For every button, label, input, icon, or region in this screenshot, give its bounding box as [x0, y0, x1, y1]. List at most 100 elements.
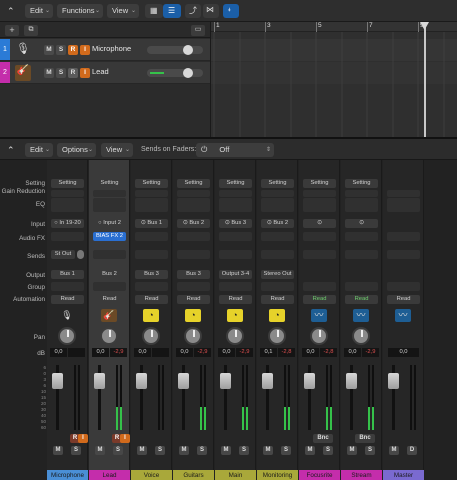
audio-fx-slot[interactable] — [261, 232, 294, 241]
eq-display[interactable] — [345, 198, 378, 212]
mute-button[interactable]: M — [305, 446, 315, 455]
input-monitor-button[interactable]: I — [80, 68, 90, 78]
aux-icon[interactable]: ◔ — [227, 309, 243, 322]
volume-db[interactable]: 0,0 — [344, 348, 361, 357]
fader-cap[interactable] — [52, 373, 63, 389]
fader-cap[interactable] — [136, 373, 147, 389]
aux-icon[interactable]: ◔ — [143, 309, 159, 322]
audio-fx-slot[interactable] — [51, 232, 84, 241]
volume-knob[interactable] — [183, 68, 193, 78]
channel-name[interactable]: Voice — [131, 470, 172, 480]
group-slot[interactable] — [219, 282, 252, 291]
output-slot[interactable]: Bus 1 — [51, 270, 84, 279]
peak-db[interactable]: -2,9 — [194, 348, 211, 357]
input-slot[interactable]: ○ Input 2 — [93, 219, 126, 228]
group-slot[interactable] — [303, 282, 336, 291]
automation-mode[interactable]: Read — [51, 295, 84, 304]
bar-ruler[interactable]: 1 3 5 7 9 — [211, 22, 457, 32]
peak-db[interactable]: -2,9 — [110, 348, 127, 357]
send-slot[interactable] — [387, 250, 420, 259]
output-slot[interactable]: Output 3-4 — [219, 270, 252, 279]
solo-button[interactable]: S — [113, 446, 123, 455]
volume-db[interactable]: 0,0 — [92, 348, 109, 357]
channel-name[interactable]: Lead — [89, 470, 130, 480]
automation-mode[interactable]: Read — [261, 295, 294, 304]
grid-view-button[interactable]: ▦ — [145, 4, 163, 18]
setting-button[interactable]: Setting — [261, 179, 294, 188]
setting-button[interactable]: Setting — [345, 179, 378, 188]
mute-button[interactable]: M — [347, 446, 357, 455]
solo-button[interactable]: S — [56, 45, 66, 55]
automation-mode[interactable]: Read — [93, 295, 126, 304]
input-slot[interactable]: ⊙ Bus 2 — [261, 219, 294, 228]
mute-button[interactable]: M — [44, 45, 54, 55]
volume-fader[interactable] — [176, 365, 191, 430]
edit-menu[interactable]: Edit ⌄ — [25, 4, 53, 18]
volume-fader[interactable] — [218, 365, 233, 430]
waveform-icon[interactable]: 〰 — [311, 309, 327, 322]
peak-db[interactable]: -2,9 — [236, 348, 253, 357]
input-monitor-button[interactable]: I — [120, 434, 130, 443]
eq-display[interactable] — [303, 198, 336, 212]
channel-name[interactable]: Monitoring — [257, 470, 298, 480]
pan-knob[interactable] — [184, 327, 202, 345]
track-lanes[interactable] — [211, 22, 457, 137]
collapse-chevron-icon[interactable]: ⌃ — [4, 4, 22, 18]
record-enable-button[interactable]: R — [68, 45, 78, 55]
channel-strip-main[interactable]: Setting ⊙ Bus 3 Output 3-4 Read ◔ 0,0 -2,9 MS M… — [215, 160, 256, 480]
automation-mode[interactable]: Read — [345, 295, 378, 304]
flex-tool-button[interactable]: ⤴ — [185, 4, 201, 18]
volume-fader[interactable] — [260, 365, 275, 430]
view-menu[interactable]: View ⌄ — [107, 4, 139, 18]
output-slot[interactable]: Bus 2 — [93, 270, 126, 279]
input-slot[interactable]: ⊙ Bus 2 — [177, 219, 210, 228]
pan-knob[interactable] — [268, 327, 286, 345]
group-slot[interactable] — [135, 282, 168, 291]
track-zoom-button[interactable]: ▭ — [191, 25, 205, 36]
eq-display[interactable] — [93, 198, 126, 212]
bounce-button[interactable]: Bnc — [313, 434, 333, 443]
volume-db[interactable]: 0,0 — [50, 348, 67, 357]
input-slot[interactable]: ⊙ — [303, 219, 336, 228]
send-slot[interactable] — [261, 250, 294, 259]
channel-name[interactable]: Focusrite — [299, 470, 340, 480]
setting-button[interactable]: Setting — [51, 179, 84, 188]
mute-button[interactable]: M — [95, 446, 105, 455]
volume-db[interactable]: 0,0 — [176, 348, 193, 357]
input-monitor-button[interactable]: I — [80, 45, 90, 55]
channel-strip-microphone[interactable]: Setting ○ In 19-20 St Out Bus 1 Read 🎙 0,0 RIM… — [47, 160, 88, 480]
pan-knob[interactable] — [100, 327, 118, 345]
group-slot[interactable] — [387, 282, 420, 291]
audio-fx-slot[interactable] — [387, 232, 420, 241]
volume-db[interactable]: 0,0 — [134, 348, 151, 357]
fader-cap[interactable] — [262, 373, 273, 389]
volume-fader[interactable] — [386, 365, 401, 430]
fader-cap[interactable] — [94, 373, 105, 389]
channel-strip-lead[interactable]: Setting ○ Input 2 BIAS FX 2 Bus 2 Read 🎸 0,0 -2… — [89, 160, 130, 480]
mute-button[interactable]: M — [44, 68, 54, 78]
send-slot[interactable] — [303, 250, 336, 259]
input-slot[interactable]: ○ In 19-20 — [51, 219, 84, 228]
channel-name[interactable]: Guitars — [173, 470, 214, 480]
eq-display[interactable] — [219, 198, 252, 212]
volume-fader[interactable] — [92, 365, 107, 430]
automation-mode[interactable]: Read — [303, 295, 336, 304]
channel-name[interactable]: Stream — [341, 470, 382, 480]
send-slot[interactable] — [135, 250, 168, 259]
timeline[interactable]: 1 3 5 7 9 — [210, 22, 457, 137]
group-slot[interactable] — [93, 282, 126, 291]
solo-button[interactable]: S — [56, 68, 66, 78]
mute-button[interactable]: M — [179, 446, 189, 455]
peak-db[interactable] — [68, 348, 85, 357]
input-slot[interactable]: ⊙ Bus 1 — [135, 219, 168, 228]
waveform-icon[interactable]: 〰 — [395, 309, 411, 322]
record-enable-button[interactable]: R — [68, 68, 78, 78]
volume-slider[interactable] — [147, 68, 203, 78]
mute-button[interactable]: M — [221, 446, 231, 455]
guitar-icon[interactable]: 🎸 — [101, 309, 117, 322]
pan-knob[interactable] — [226, 327, 244, 345]
pan-knob[interactable] — [352, 327, 370, 345]
group-slot[interactable] — [51, 282, 84, 291]
output-slot[interactable]: Bus 3 — [135, 270, 168, 279]
volume-fader[interactable] — [344, 365, 359, 430]
